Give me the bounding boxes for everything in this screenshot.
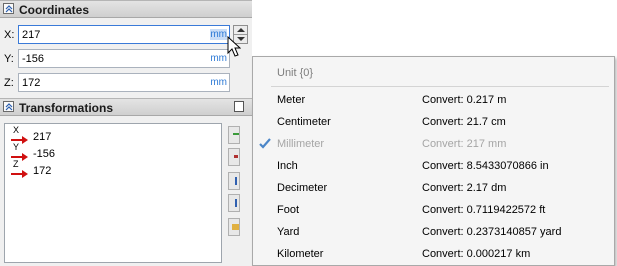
transform-value-y: -156: [33, 148, 56, 160]
unit-menu-header: Unit {0}: [277, 67, 314, 79]
add-icon: [233, 133, 239, 135]
coord-label-z: Z:: [4, 77, 14, 89]
x-value: 217: [22, 29, 41, 41]
z-input[interactable]: 172 mm: [18, 73, 230, 92]
y-unit-button[interactable]: mm: [210, 53, 227, 64]
transformations-header[interactable]: Transformations: [0, 98, 252, 116]
coordinates-header[interactable]: Coordinates: [0, 0, 252, 18]
coord-label-y: Y:: [4, 53, 14, 65]
coord-row-y: Y: -156 mm: [0, 48, 252, 70]
remove-transform-button[interactable]: [228, 148, 240, 166]
coordinates-title: Coordinates: [19, 3, 90, 17]
menu-item-yard[interactable]: Yard Convert: 0.2373140857 yard: [254, 221, 613, 243]
z-value: 172: [22, 77, 41, 89]
remove-icon: [234, 155, 238, 158]
menu-item-foot[interactable]: Foot Convert: 0.7119422572 ft: [254, 199, 613, 221]
arrow-down-icon: [235, 199, 237, 207]
mouse-cursor-icon: [227, 36, 241, 57]
arrow-up-icon: [235, 177, 237, 185]
transformations-list[interactable]: X 217 Y -156 Z 172: [4, 123, 222, 263]
menu-item-inch[interactable]: Inch Convert: 8.5433070866 in: [254, 155, 613, 177]
transform-value-x: 217: [33, 131, 52, 143]
transform-value-z: 172: [33, 165, 52, 177]
collapse-transformations-button[interactable]: [3, 101, 14, 112]
coord-row-z: Z: 172 mm: [0, 72, 252, 94]
translate-z-icon: Z: [9, 159, 29, 179]
transform-item-z[interactable]: Z 172: [9, 159, 209, 179]
chevron-up-icon: [5, 5, 13, 13]
add-transform-button[interactable]: [228, 126, 240, 144]
transformations-option-checkbox[interactable]: [234, 101, 244, 112]
transformations-title: Transformations: [19, 101, 114, 115]
menu-item-meter[interactable]: Meter Convert: 0.217 m: [254, 89, 613, 111]
unit-dropdown-menu: Unit {0} Meter Convert: 0.217 m Centimet…: [252, 56, 615, 266]
coord-label-x: X:: [4, 29, 15, 41]
translate-y-icon: Y: [9, 142, 29, 162]
x-input[interactable]: 217 mm: [18, 25, 230, 44]
menu-item-millimeter[interactable]: Millimeter Convert: 217 mm: [254, 133, 613, 155]
spin-up-icon[interactable]: [237, 28, 245, 33]
folder-button[interactable]: [228, 218, 240, 236]
menu-item-decimeter[interactable]: Decimeter Convert: 2.17 dm: [254, 177, 613, 199]
transform-item-x[interactable]: X 217: [9, 125, 209, 145]
x-unit-button[interactable]: mm: [210, 29, 227, 40]
checkmark-icon: [259, 138, 271, 149]
move-down-button[interactable]: [228, 194, 240, 212]
transform-item-y[interactable]: Y -156: [9, 142, 209, 162]
folder-icon: [232, 224, 239, 230]
z-unit-button[interactable]: mm: [210, 77, 227, 88]
y-value: -156: [22, 53, 45, 65]
y-input[interactable]: -156 mm: [18, 49, 230, 68]
menu-item-centimeter[interactable]: Centimeter Convert: 21.7 cm: [254, 111, 613, 133]
coord-row-x: X: 217 mm: [0, 24, 252, 46]
chevron-up-icon: [5, 103, 13, 111]
menu-item-kilometer[interactable]: Kilometer Convert: 0.000217 km: [254, 243, 613, 265]
move-up-button[interactable]: [228, 172, 240, 190]
properties-panel: Coordinates X: 217 mm Y: -156 mm Z: 172 …: [0, 0, 252, 266]
menu-divider: [271, 86, 609, 87]
collapse-coordinates-button[interactable]: [3, 3, 14, 14]
